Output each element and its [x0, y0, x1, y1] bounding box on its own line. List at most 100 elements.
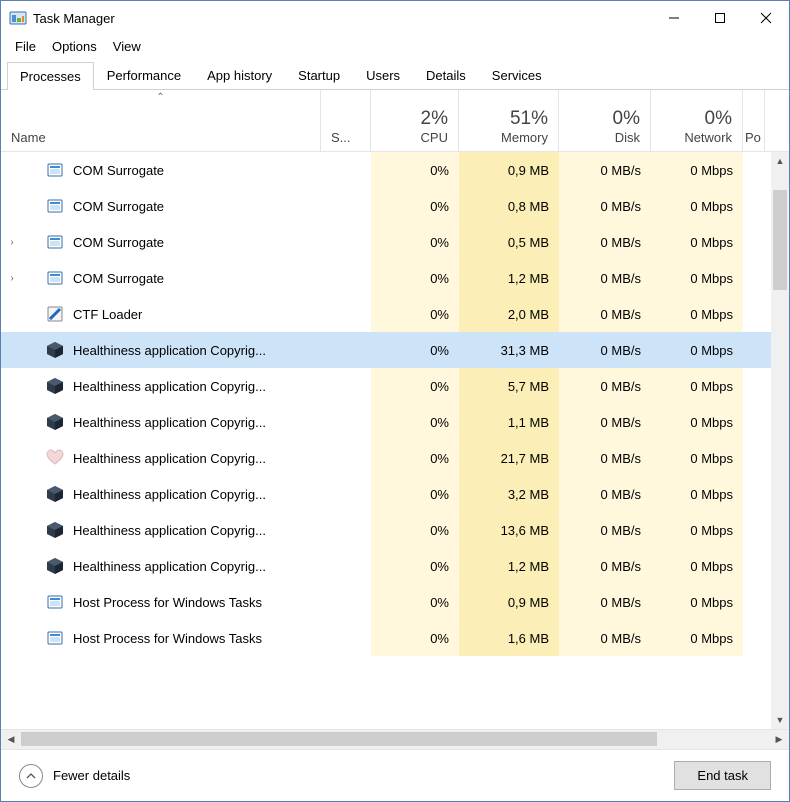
tab-services[interactable]: Services — [479, 61, 555, 89]
process-row[interactable]: Healthiness application Copyrig...0%1,2 … — [1, 548, 789, 584]
expand-chevron-icon[interactable]: › — [1, 273, 23, 284]
status-cell — [321, 404, 371, 440]
memory-cell: 0,5 MB — [459, 224, 559, 260]
cpu-cell: 0% — [371, 296, 459, 332]
tab-startup[interactable]: Startup — [285, 61, 353, 89]
process-row[interactable]: ›COM Surrogate0%1,2 MB0 MB/s0 Mbps — [1, 260, 789, 296]
disk-cell: 0 MB/s — [559, 476, 651, 512]
process-name-cell: ›COM Surrogate — [1, 224, 321, 260]
column-label-memory: Memory — [469, 130, 548, 145]
memory-cell: 13,6 MB — [459, 512, 559, 548]
column-header-cpu[interactable]: 2% CPU — [371, 90, 459, 151]
close-button[interactable] — [743, 1, 789, 35]
scrollbar-thumb[interactable] — [773, 190, 787, 290]
process-row[interactable]: Healthiness application Copyrig...0%5,7 … — [1, 368, 789, 404]
cpu-cell: 0% — [371, 188, 459, 224]
process-row[interactable]: Healthiness application Copyrig...0%1,1 … — [1, 404, 789, 440]
memory-cell: 1,6 MB — [459, 620, 559, 656]
process-row[interactable]: CTF Loader0%2,0 MB0 MB/s0 Mbps — [1, 296, 789, 332]
cpu-cell: 0% — [371, 620, 459, 656]
process-row[interactable]: Healthiness application Copyrig...0%3,2 … — [1, 476, 789, 512]
tab-users[interactable]: Users — [353, 61, 413, 89]
network-cell: 0 Mbps — [651, 260, 743, 296]
fewer-details-toggle[interactable]: Fewer details — [19, 764, 130, 788]
process-name-label: Healthiness application Copyrig... — [73, 451, 266, 466]
status-cell — [321, 152, 371, 188]
vertical-scrollbar[interactable]: ▲ ▼ — [771, 152, 789, 729]
network-cell: 0 Mbps — [651, 404, 743, 440]
process-row[interactable]: Host Process for Windows Tasks0%1,6 MB0 … — [1, 620, 789, 656]
scroll-right-icon[interactable]: ▶ — [769, 730, 789, 749]
cpu-cell: 0% — [371, 404, 459, 440]
scroll-down-icon[interactable]: ▼ — [771, 711, 789, 729]
column-header-power[interactable]: Po — [743, 90, 765, 151]
network-cell: 0 Mbps — [651, 476, 743, 512]
disk-usage-percent: 0% — [569, 108, 640, 130]
column-header-status[interactable]: S... — [321, 90, 371, 151]
process-name-cell: ›COM Surrogate — [1, 260, 321, 296]
status-cell — [321, 224, 371, 260]
menu-file[interactable]: File — [7, 37, 44, 56]
minimize-button[interactable] — [651, 1, 697, 35]
tab-details[interactable]: Details — [413, 61, 479, 89]
process-row[interactable]: Healthiness application Copyrig...0%31,3… — [1, 332, 789, 368]
hscroll-thumb[interactable] — [21, 732, 657, 746]
status-cell — [321, 548, 371, 584]
cpu-usage-percent: 2% — [381, 108, 448, 130]
memory-cell: 21,7 MB — [459, 440, 559, 476]
column-header-memory[interactable]: 51% Memory — [459, 90, 559, 151]
network-cell: 0 Mbps — [651, 512, 743, 548]
network-cell: 0 Mbps — [651, 224, 743, 260]
column-header-name[interactable]: ⌃ Name — [1, 90, 321, 151]
disk-cell: 0 MB/s — [559, 440, 651, 476]
process-icon — [45, 340, 65, 360]
power-cell — [743, 260, 765, 296]
process-name-cell: Healthiness application Copyrig... — [1, 332, 321, 368]
content-area: ⌃ Name S... 2% CPU 51% Memory 0% Disk 0%… — [1, 90, 789, 749]
process-name-label: Host Process for Windows Tasks — [73, 595, 262, 610]
menu-options[interactable]: Options — [44, 37, 105, 56]
tab-apphistory[interactable]: App history — [194, 61, 285, 89]
process-row[interactable]: COM Surrogate0%0,8 MB0 MB/s0 Mbps — [1, 188, 789, 224]
process-row[interactable]: Healthiness application Copyrig...0%13,6… — [1, 512, 789, 548]
status-cell — [321, 260, 371, 296]
cpu-cell: 0% — [371, 152, 459, 188]
network-cell: 0 Mbps — [651, 332, 743, 368]
process-icon — [45, 592, 65, 612]
memory-cell: 1,2 MB — [459, 260, 559, 296]
network-cell: 0 Mbps — [651, 368, 743, 404]
column-header-disk[interactable]: 0% Disk — [559, 90, 651, 151]
process-row[interactable]: COM Surrogate0%0,9 MB0 MB/s0 Mbps — [1, 152, 789, 188]
process-name-cell: Healthiness application Copyrig... — [1, 476, 321, 512]
menu-view[interactable]: View — [105, 37, 149, 56]
process-row[interactable]: ›COM Surrogate0%0,5 MB0 MB/s0 Mbps — [1, 224, 789, 260]
process-row[interactable]: Healthiness application Copyrig... 0%21,7… — [1, 440, 789, 476]
tab-processes[interactable]: Processes — [7, 62, 94, 90]
process-list-scroll: COM Surrogate0%0,9 MB0 MB/s0 Mbps COM Sur… — [1, 152, 789, 729]
memory-cell: 1,2 MB — [459, 548, 559, 584]
process-name-label: COM Surrogate — [73, 199, 164, 214]
scroll-left-icon[interactable]: ◀ — [1, 730, 21, 749]
cpu-cell: 0% — [371, 440, 459, 476]
process-icon — [45, 268, 65, 288]
footer: Fewer details End task — [1, 749, 789, 801]
process-name-label: Healthiness application Copyrig... — [73, 415, 266, 430]
status-cell — [321, 512, 371, 548]
process-row[interactable]: Host Process for Windows Tasks0%0,9 MB0 … — [1, 584, 789, 620]
tab-performance[interactable]: Performance — [94, 61, 194, 89]
scrollbar-track[interactable] — [771, 170, 789, 711]
horizontal-scrollbar[interactable]: ◀ ▶ — [1, 729, 789, 749]
process-name-label: Healthiness application Copyrig... — [73, 559, 266, 574]
scroll-up-icon[interactable]: ▲ — [771, 152, 789, 170]
network-usage-percent: 0% — [661, 108, 732, 130]
disk-cell: 0 MB/s — [559, 152, 651, 188]
tabstrip: Processes Performance App history Startu… — [1, 57, 789, 90]
column-header-network[interactable]: 0% Network — [651, 90, 743, 151]
titlebar: Task Manager — [1, 1, 789, 35]
maximize-button[interactable] — [697, 1, 743, 35]
column-label-power: Po — [745, 130, 762, 145]
column-label-name: Name — [11, 130, 46, 145]
end-task-button[interactable]: End task — [674, 761, 771, 790]
expand-chevron-icon[interactable]: › — [1, 237, 23, 248]
hscroll-track[interactable] — [21, 730, 769, 749]
